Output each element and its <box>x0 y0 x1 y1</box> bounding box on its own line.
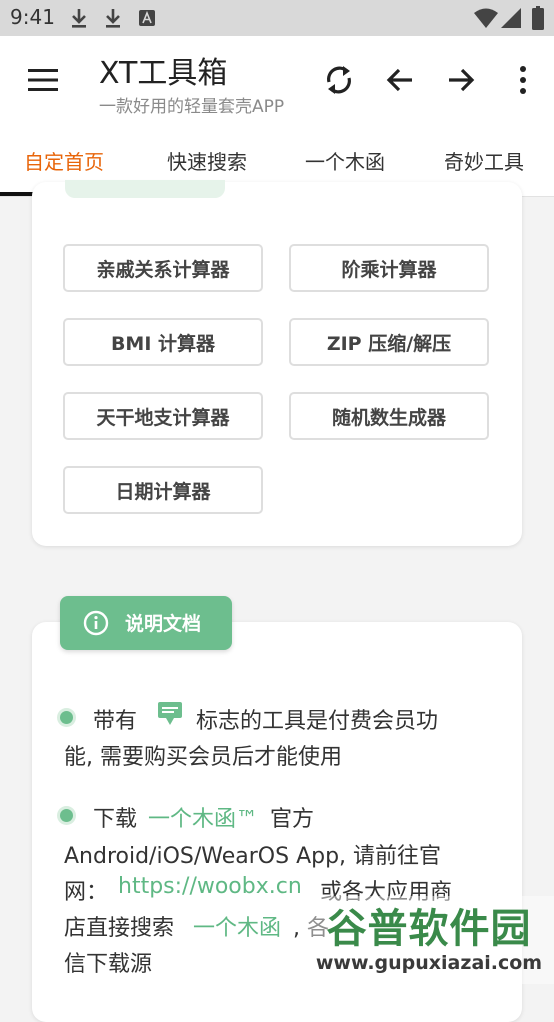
tab-wonder-tools[interactable]: 奇妙工具 <box>444 146 524 175</box>
app-title: XT工具箱 <box>99 56 228 91</box>
brand-link[interactable]: 一个木函™ <box>148 801 258 833</box>
bullet-dot <box>60 711 73 724</box>
tool-zip[interactable]: ZIP 压缩/解压 <box>289 318 489 366</box>
watermark-url: www.gupuxiazai.com <box>315 952 543 974</box>
menu-icon[interactable] <box>28 68 58 92</box>
tool-bmi-calculator[interactable]: BMI 计算器 <box>63 318 263 366</box>
download-icon <box>72 9 86 28</box>
tool-date-calculator[interactable]: 日期计算器 <box>63 466 263 514</box>
bullet-dot <box>60 809 73 822</box>
tab-quick-search[interactable]: 快速搜索 <box>167 146 247 175</box>
doc-text: 官方 <box>270 807 315 832</box>
more-vert-icon[interactable] <box>505 62 541 98</box>
tab-woobox[interactable]: 一个木函 <box>305 146 385 175</box>
doc-text: 店直接搜索 <box>64 916 175 941</box>
doc-text: 标志的工具是付费会员功 <box>196 709 439 734</box>
website-link[interactable]: https://woobx.cn <box>118 874 302 899</box>
info-icon <box>83 610 109 636</box>
app-bar: XT工具箱 一款好用的轻量套壳APP <box>0 36 554 126</box>
back-arrow-icon[interactable] <box>382 62 418 98</box>
doc-text: Android/iOS/WearOS App, 请前往官 <box>64 844 442 869</box>
status-bar: 9:41 <box>0 0 554 36</box>
status-time: 9:41 <box>10 5 55 29</box>
watermark-logo: 谷普软件园 www.gupuxiazai.com <box>304 896 554 984</box>
doc-text: 能, 需要购买会员后才能使用 <box>64 745 342 770</box>
tool-random-generator[interactable]: 随机数生成器 <box>289 392 489 440</box>
wifi-icon <box>474 8 498 28</box>
doc-text: 信下载源 <box>64 952 153 977</box>
tools-card: 亲戚关系计算器 阶乘计算器 BMI 计算器 ZIP 压缩/解压 天干地支计算器 … <box>32 182 522 546</box>
tool-factorial-calculator[interactable]: 阶乘计算器 <box>289 244 489 292</box>
doc-badge: 说明文档 <box>60 596 232 650</box>
doc-badge-label: 说明文档 <box>125 613 202 635</box>
app-subtitle: 一款好用的轻量套壳APP <box>99 97 285 117</box>
watermark-title: 谷普软件园 <box>326 906 532 952</box>
battery-icon <box>532 6 544 30</box>
card-header-badge <box>65 180 225 198</box>
member-icon <box>158 702 182 725</box>
download-icon <box>106 9 120 28</box>
refresh-icon[interactable] <box>321 62 357 98</box>
doc-text: 网： <box>64 880 109 905</box>
doc-text: 带有 <box>93 709 138 734</box>
brand-link[interactable]: 一个木函 <box>193 910 281 942</box>
tool-relative-calculator[interactable]: 亲戚关系计算器 <box>63 244 263 292</box>
tool-ganzhi-calculator[interactable]: 天干地支计算器 <box>63 392 263 440</box>
signal-icon <box>501 8 521 28</box>
font-app-icon <box>139 10 155 26</box>
forward-arrow-icon[interactable] <box>443 62 479 98</box>
doc-text: 下载 <box>93 807 138 832</box>
tab-custom-home[interactable]: 自定首页 <box>24 146 104 175</box>
